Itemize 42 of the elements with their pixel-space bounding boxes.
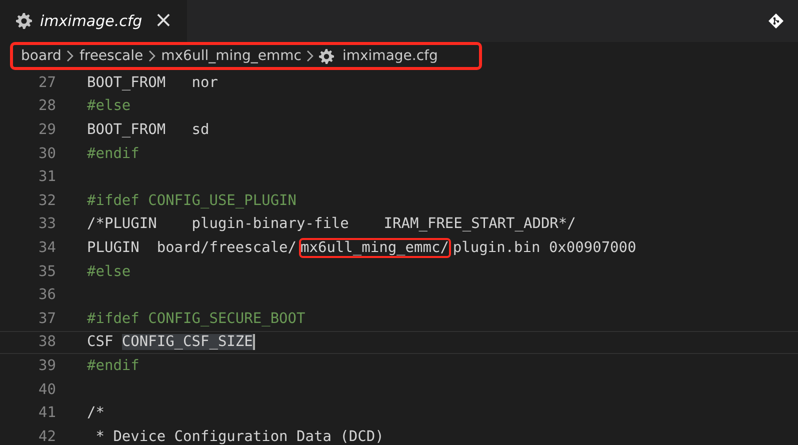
gear-icon — [16, 13, 32, 29]
line-number: 30 — [38, 146, 57, 162]
code-line: BOOT_FROM nor — [87, 74, 218, 91]
code-line: #endif — [87, 146, 140, 162]
gear-icon — [319, 48, 334, 64]
line-number: 31 — [38, 169, 57, 186]
code-line: #ifdef CONFIG_SECURE_BOOT — [87, 310, 306, 327]
line-number: 28 — [38, 98, 57, 114]
line-number: 36 — [38, 287, 57, 304]
breadcrumb-item[interactable]: imximage.cfg — [319, 48, 438, 64]
close-button[interactable]: × — [154, 10, 173, 32]
code-line: CSF CONFIG_CSF_SIZE — [87, 334, 255, 350]
code-line: #endif — [87, 358, 140, 374]
line-number: 38 — [38, 334, 57, 350]
line-number: 35 — [38, 264, 57, 280]
tab-title: imximage.cfg — [40, 12, 142, 30]
chevron-icon — [306, 50, 314, 62]
line-number: 33 — [38, 216, 57, 232]
code-line: #else — [87, 98, 131, 114]
chevron-icon — [148, 50, 156, 62]
line-number: 32 — [38, 192, 57, 209]
line-number: 27 — [38, 74, 57, 91]
line-number: 39 — [38, 358, 57, 374]
code-line: #else — [87, 264, 131, 280]
editor-tab[interactable]: imximage.cfg × — [0, 0, 187, 42]
line-number: 42 — [38, 428, 57, 445]
code-line: BOOT_FROM sd — [87, 122, 210, 138]
line-number: 29 — [38, 122, 57, 138]
line-number: 41 — [38, 405, 57, 422]
code-line: PLUGIN board/freescale/ mx6ull_ming_emmc/ plugin.bin 0x00907000 — [87, 240, 636, 256]
breadcrumb-item[interactable]: board — [21, 48, 62, 64]
chevron-icon — [66, 50, 74, 62]
breadcrumb-item[interactable]: mx6ull_ming_emmc — [161, 48, 302, 64]
code-line: * Device Configuration Data (DCD) — [94, 428, 384, 445]
line-number: 37 — [38, 310, 57, 327]
breadcrumb-item[interactable]: freescale — [79, 48, 144, 64]
line-number: 34 — [38, 240, 57, 256]
git-icon[interactable] — [768, 13, 784, 29]
code-line: #ifdef CONFIG_USE_PLUGIN — [87, 192, 297, 209]
code-line: /* — [87, 405, 104, 422]
line-number: 40 — [38, 382, 57, 398]
code-line: /*PLUGIN plugin-binary-file IRAM_FREE_START_ADDR*/ — [87, 216, 576, 232]
